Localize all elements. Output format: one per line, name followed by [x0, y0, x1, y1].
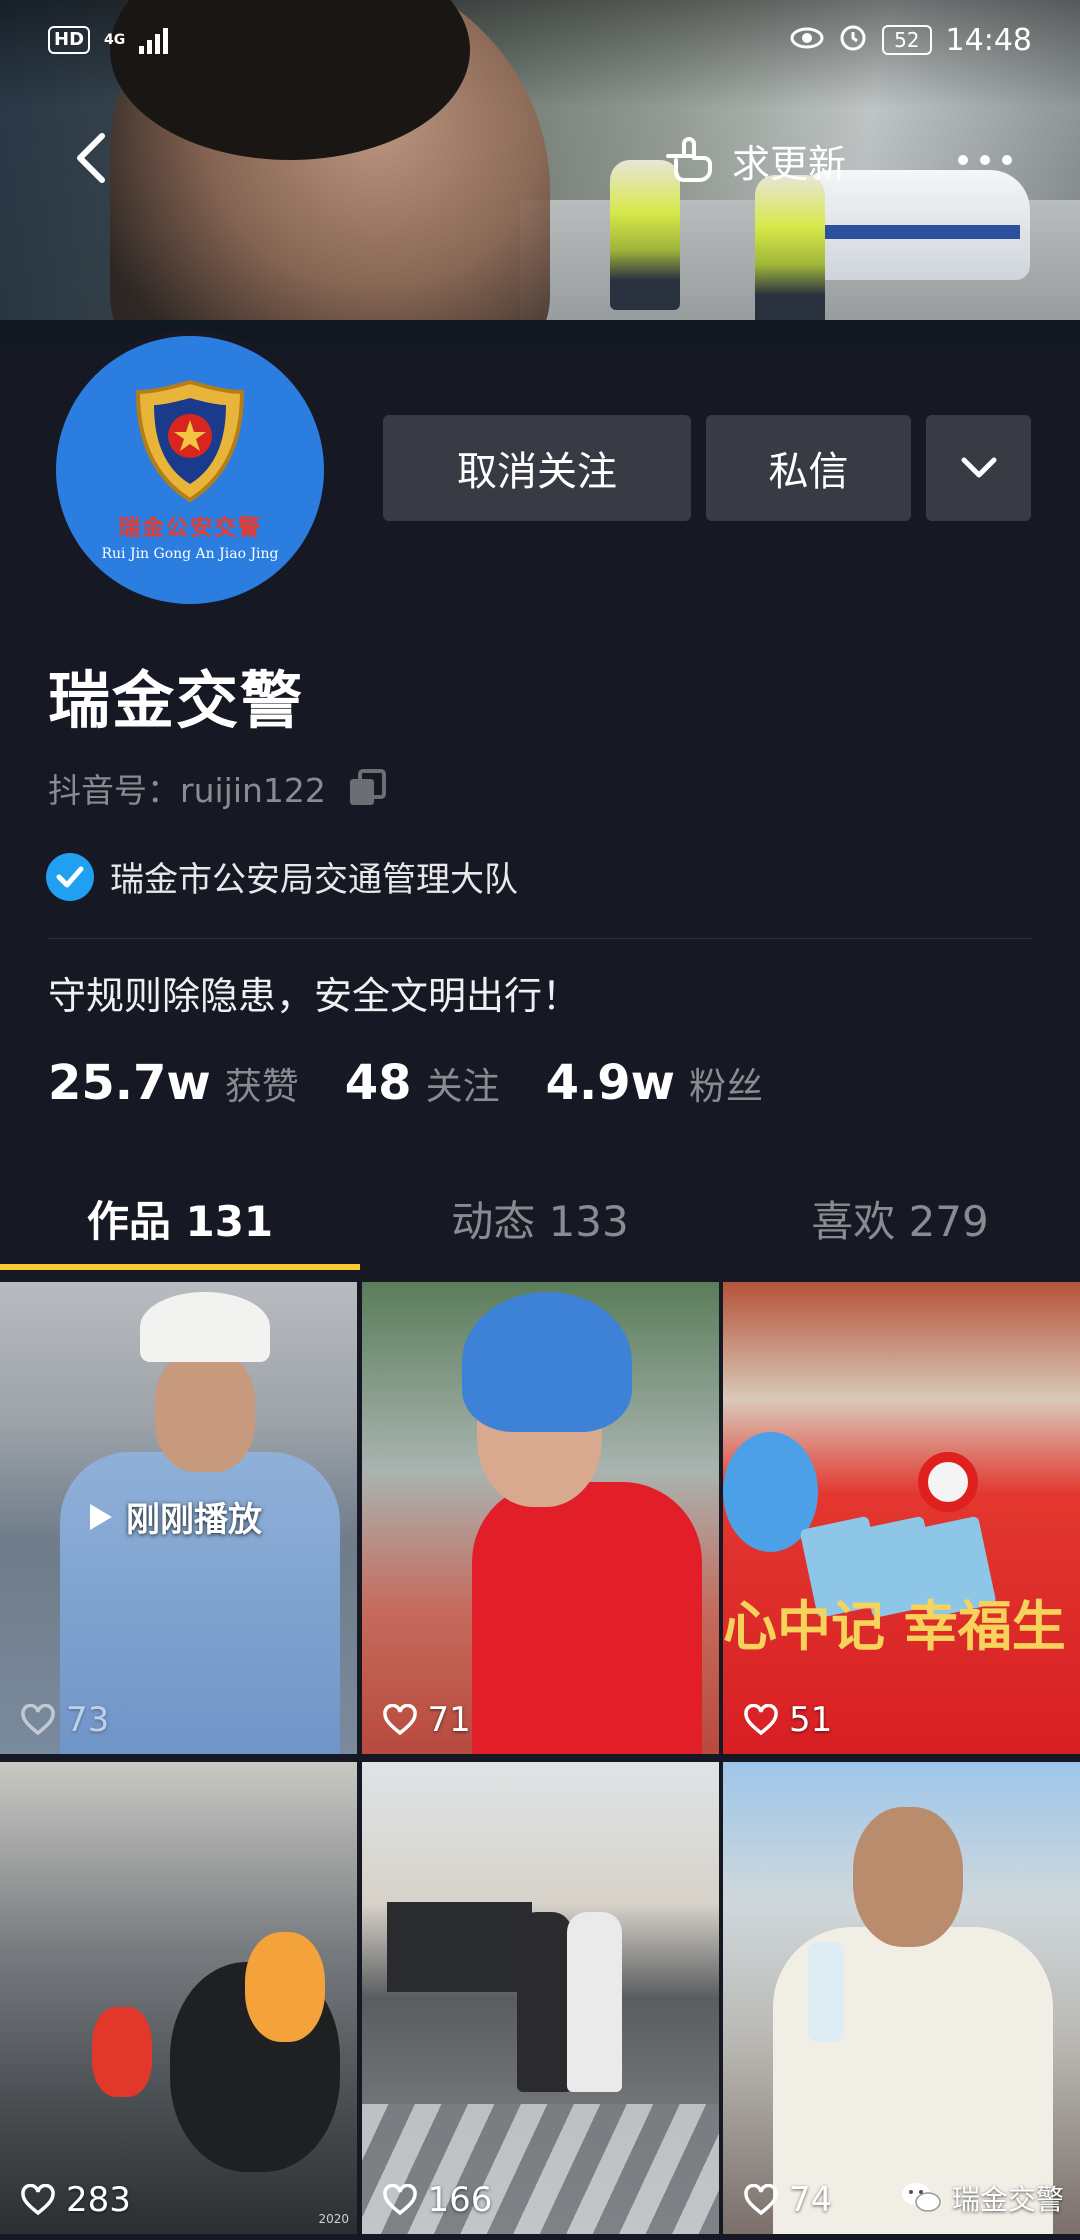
request-update-label: 求更新 — [732, 141, 847, 186]
unfollow-button[interactable]: 取消关注 — [383, 415, 691, 521]
tab-works[interactable]: 作品 131 — [0, 1160, 360, 1276]
video-grid: 刚刚播放 73 71 心中记 幸福生 51 2020 283 166 74 瑞金… — [0, 1282, 1080, 2234]
hand-pointer-icon — [666, 137, 712, 182]
douyin-id: 抖音号：ruijin122 — [48, 771, 326, 810]
like-count-value: 51 — [789, 1700, 833, 1740]
clock: 14:48 — [945, 22, 1032, 58]
like-count-value: 74 — [789, 2180, 833, 2220]
video-thumbnail[interactable]: 刚刚播放 73 — [0, 1282, 357, 1754]
stat-label: 关注 — [425, 1065, 500, 1108]
verification-text: 瑞金市公安局交通管理大队 — [110, 860, 518, 900]
stat-value: 4.9w — [545, 1055, 675, 1111]
like-count: 283 — [20, 2180, 131, 2220]
avatar-text-en: Rui Jin Gong An Jiao Jing — [101, 546, 279, 562]
dropdown-button[interactable] — [926, 415, 1031, 521]
heart-icon — [744, 2184, 778, 2216]
banner-text: 心中记 幸福生 — [723, 1595, 1066, 1658]
heart-icon — [21, 2184, 55, 2216]
avatar-image: 瑞金公安交警 Rui Jin Gong An Jiao Jing — [56, 336, 324, 604]
hd-badge: HD — [48, 26, 91, 54]
heart-icon — [21, 1704, 55, 1736]
eye-icon — [790, 24, 824, 57]
like-count-value: 73 — [66, 1700, 110, 1740]
message-button[interactable]: 私信 — [706, 415, 911, 521]
network-type: 4G — [104, 32, 126, 48]
alarm-icon — [838, 22, 868, 59]
heart-icon — [382, 2184, 417, 2216]
stat-likes[interactable]: 25.7w 获赞 — [48, 1055, 299, 1111]
profile-bio: 守规则除隐患，安全文明出行！ — [48, 974, 581, 1018]
verified-check-icon — [46, 852, 94, 901]
stat-label: 粉丝 — [688, 1065, 763, 1108]
stats-row: 25.7w 获赞 48 关注 4.9w 粉丝 — [48, 1055, 763, 1111]
profile-name: 瑞金交警 — [48, 664, 305, 737]
copy-icon[interactable] — [346, 767, 388, 809]
video-thumbnail[interactable]: 心中记 幸福生 51 — [723, 1282, 1080, 1754]
stat-followers[interactable]: 4.9w 粉丝 — [546, 1055, 763, 1111]
heart-icon — [382, 1704, 417, 1736]
just-played-label: 刚刚播放 — [88, 1492, 262, 1541]
back-arrow-icon — [77, 133, 105, 183]
signal-icon — [139, 26, 169, 54]
top-nav: 求更新 — [0, 110, 1080, 210]
battery-indicator: 52 — [882, 25, 932, 55]
avatar[interactable]: 瑞金公安交警 Rui Jin Gong An Jiao Jing — [50, 330, 330, 610]
back-button[interactable] — [52, 118, 132, 198]
tab-likes[interactable]: 喜欢 279 — [720, 1160, 1080, 1276]
tab-dynamics[interactable]: 动态 133 — [360, 1160, 720, 1276]
chevron-down-icon — [961, 457, 996, 478]
play-icon — [90, 1503, 112, 1530]
wechat-icon — [901, 2183, 941, 2212]
like-count-value: 71 — [427, 1700, 471, 1740]
like-count-value: 283 — [66, 2180, 131, 2220]
status-bar: HD 4G 52 14:48 — [0, 0, 1080, 80]
heart-icon — [744, 1704, 778, 1736]
like-count: 166 — [382, 2180, 493, 2220]
video-thumbnail[interactable]: 2020 283 — [0, 1762, 357, 2234]
watermark: 瑞金交警 — [900, 2178, 1064, 2218]
verification-row: 瑞金市公安局交通管理大队 — [46, 852, 518, 901]
police-emblem-icon — [135, 379, 245, 503]
like-count-value: 166 — [427, 2180, 493, 2220]
video-thumbnail[interactable]: 74 瑞金交警 — [723, 1762, 1080, 2234]
divider — [48, 938, 1032, 939]
request-update-button[interactable]: 求更新 — [664, 130, 846, 190]
stat-value: 25.7w — [48, 1055, 211, 1111]
like-count: 73 — [20, 1700, 109, 1740]
stat-value: 48 — [344, 1055, 412, 1111]
just-played-text: 刚刚播放 — [126, 1500, 262, 1540]
more-dots-icon — [958, 155, 1012, 165]
watermark-text: 瑞金交警 — [951, 2183, 1064, 2216]
cover-car-stripe — [810, 225, 1020, 239]
video-thumbnail[interactable]: 166 — [361, 1762, 719, 2234]
video-thumbnail[interactable]: 71 — [361, 1282, 719, 1754]
stat-label: 获赞 — [224, 1065, 299, 1108]
avatar-text-cn: 瑞金公安交警 — [117, 516, 262, 541]
video-timestamp: 2020 — [318, 2212, 349, 2226]
content-tabs: 作品 131 动态 133 喜欢 279 — [0, 1160, 1080, 1276]
stat-following[interactable]: 48 关注 — [345, 1055, 500, 1111]
like-count: 71 — [382, 1700, 471, 1740]
like-count: 74 — [743, 2180, 832, 2220]
like-count: 51 — [743, 1700, 832, 1740]
douyin-id-row: 抖音号：ruijin122 — [48, 764, 388, 812]
more-button[interactable] — [940, 130, 1030, 190]
